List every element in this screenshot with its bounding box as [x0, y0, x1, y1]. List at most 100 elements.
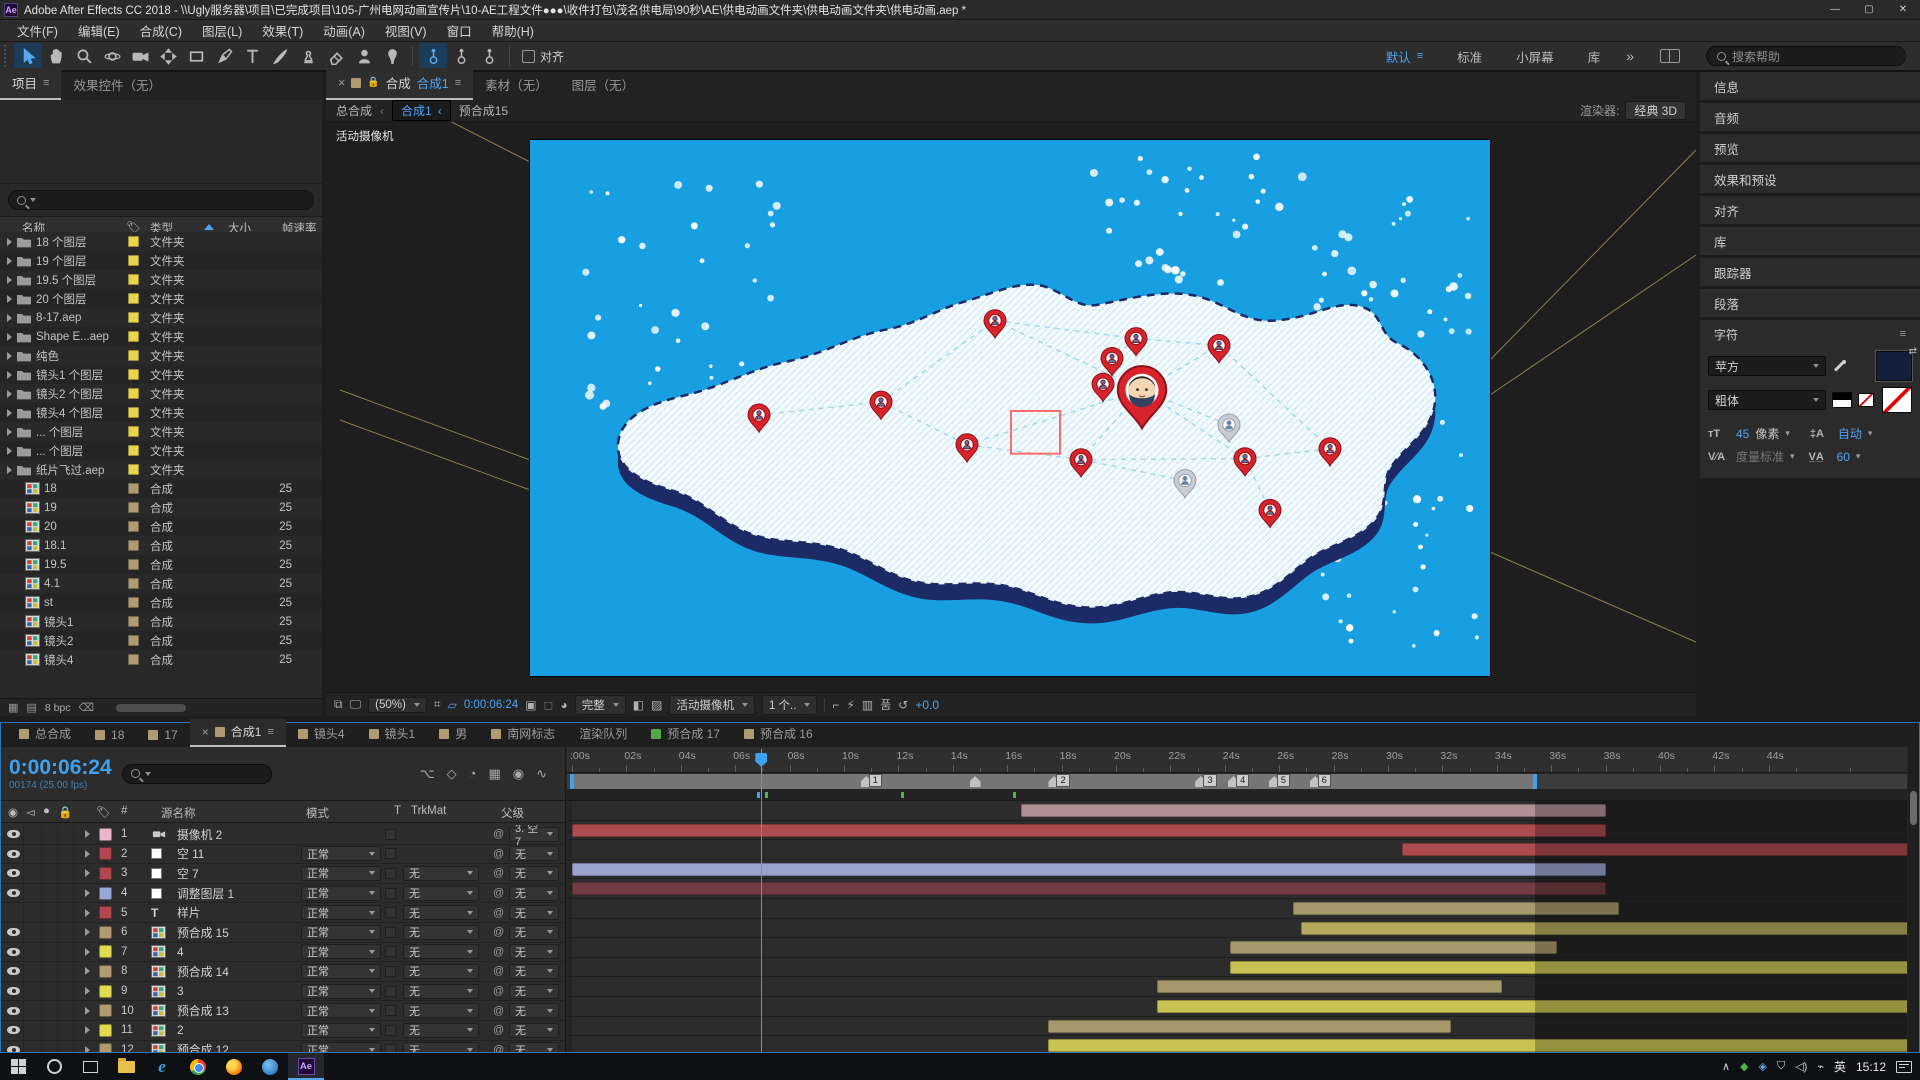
taskbar-task-view[interactable] — [72, 1053, 108, 1080]
composition-canvas[interactable] — [530, 140, 1490, 676]
parent-select[interactable]: 无 — [509, 1042, 559, 1052]
resolution-select[interactable]: 完整 — [574, 694, 626, 715]
close-button[interactable]: ✕ — [1886, 0, 1920, 19]
flowchart-icon[interactable]: 품 — [880, 696, 891, 713]
layer-row[interactable]: 6 预合成 15 正常 无 @ 无 — [1, 922, 565, 943]
layer-duration-bar[interactable] — [572, 882, 1606, 896]
twirl-icon[interactable] — [85, 830, 90, 839]
network-icon[interactable]: ⌁ — [1817, 1060, 1824, 1073]
exposure-reset-icon[interactable]: ↺ — [898, 698, 908, 712]
label-color-chip[interactable] — [128, 578, 139, 589]
roto-brush-tool[interactable] — [350, 43, 378, 69]
layer-row[interactable]: 2 空 11 正常 @ 无 — [1, 844, 565, 865]
label-color-chip[interactable] — [128, 312, 139, 323]
twirl-icon[interactable] — [7, 275, 12, 284]
view-axis-button[interactable] — [475, 43, 503, 69]
composition-marker[interactable]: 5 — [1268, 774, 1291, 787]
label-color-chip[interactable] — [128, 559, 139, 570]
local-axis-button[interactable] — [419, 43, 447, 69]
workspace-1[interactable]: 标准 — [1457, 47, 1482, 66]
project-search-input[interactable] — [8, 190, 314, 210]
layer-visibility-icon[interactable] — [7, 849, 20, 858]
layer-row[interactable]: 7 4 正常 无 @ 无 — [1, 942, 565, 963]
region-of-interest-icon[interactable]: ▱ — [448, 698, 457, 712]
view-layout-select[interactable]: 1 个.. — [761, 694, 818, 715]
menu-item-5[interactable]: 动画(A) — [314, 19, 374, 42]
parent-select[interactable]: 无 — [509, 905, 559, 921]
tray-expand-icon[interactable]: ∧ — [1722, 1060, 1730, 1073]
trkmat-select[interactable]: 无 — [403, 1042, 479, 1052]
blend-mode-select[interactable]: 正常 — [301, 1042, 381, 1052]
timeline-tab-10[interactable]: 预合成 16 — [732, 721, 825, 747]
workspace-0[interactable]: 默认 ≡ — [1386, 47, 1423, 66]
project-item[interactable]: 18.1 合成 25 — [0, 536, 322, 555]
project-item[interactable]: 19 合成 25 — [0, 498, 322, 517]
hand-tool[interactable] — [42, 43, 70, 69]
orbit-tool[interactable] — [98, 43, 126, 69]
new-folder-icon[interactable]: ▤ — [26, 701, 36, 714]
label-color-chip[interactable] — [128, 274, 139, 285]
project-item[interactable]: 19.5 个图层 文件夹 — [0, 270, 322, 289]
layer-row[interactable]: 3 空 7 正常 无 @ 无 — [1, 864, 565, 884]
label-color-chip[interactable] — [128, 597, 139, 608]
twirl-icon[interactable] — [7, 351, 12, 360]
default-fill-stroke-icon[interactable] — [1832, 392, 1852, 408]
twirl-icon[interactable] — [7, 313, 12, 322]
layer-label-chip[interactable] — [99, 827, 112, 841]
project-item[interactable]: Shape E...aep 文件夹 — [0, 327, 322, 346]
time-ruler[interactable]: :00s 02s 04s 06s 08s 10s 12s 14s 16s 18s 20s 22s 24s… — [567, 747, 1907, 773]
parent-select[interactable]: 无 — [509, 865, 559, 881]
layer-visibility-icon[interactable] — [7, 1045, 20, 1052]
label-color-chip[interactable] — [128, 388, 139, 399]
parent-select[interactable]: 无 — [509, 963, 559, 979]
fast-previews-icon[interactable]: ⚡ — [846, 698, 854, 712]
menu-item-0[interactable]: 文件(F) — [8, 19, 67, 42]
action-center-icon[interactable] — [1896, 1060, 1912, 1073]
layer-row[interactable]: 9 3 正常 无 @ 无 — [1, 981, 565, 1002]
project-item[interactable]: 18 合成 25 — [0, 479, 322, 498]
project-item[interactable]: ... 个图层 文件夹 — [0, 441, 322, 460]
timeline-tab-2[interactable]: 17 — [136, 724, 189, 747]
fill-color-swatch[interactable]: ⇄ — [1875, 346, 1917, 382]
parent-select[interactable]: 无 — [509, 846, 559, 862]
viewer-pasteboard[interactable]: 活动摄像机 — [326, 122, 1696, 692]
layer-visibility-icon[interactable] — [7, 947, 20, 956]
column-number[interactable]: # — [121, 805, 127, 817]
menu-item-8[interactable]: 帮助(H) — [483, 19, 543, 42]
label-color-chip[interactable] — [128, 293, 139, 304]
layer-duration-bar[interactable] — [1020, 804, 1606, 817]
layer-duration-bar[interactable] — [572, 862, 1606, 876]
clock[interactable]: 15:12 — [1856, 1060, 1886, 1074]
current-timecode[interactable]: 0:00:06:24 — [9, 757, 112, 778]
project-tab-0[interactable]: 项目 ≡ — [0, 68, 62, 100]
project-item[interactable]: 18 个图层 文件夹 — [0, 232, 322, 251]
twirl-icon[interactable] — [7, 370, 12, 379]
parent-select[interactable]: 无 — [509, 983, 559, 999]
viewer-timecode[interactable]: 0:00:06:24 — [464, 699, 518, 711]
column-parent[interactable]: 父级 — [501, 805, 524, 821]
timeline-tab-7[interactable]: 南网标志 — [479, 721, 567, 747]
breadcrumb-next[interactable]: 预合成15 — [459, 102, 508, 119]
layer-duration-bar[interactable] — [1156, 980, 1503, 994]
parent-select[interactable]: 无 — [509, 924, 559, 940]
channels-icon[interactable]: ◕ — [561, 698, 568, 712]
blend-mode-select[interactable]: 正常 — [301, 983, 381, 999]
project-item[interactable]: 纸片飞过.aep 文件夹 — [0, 460, 322, 479]
project-item[interactable]: 20 个图层 文件夹 — [0, 289, 322, 308]
project-item[interactable]: 19.5 合成 25 — [0, 555, 322, 574]
twirl-icon[interactable] — [85, 889, 90, 898]
breadcrumb-current[interactable]: 合成1 ‹ — [392, 100, 451, 121]
font-family-select[interactable]: 苹方 — [1708, 356, 1826, 376]
timeline-tab-5[interactable]: 镜头1 — [357, 721, 428, 747]
layer-label-chip[interactable] — [99, 1004, 112, 1018]
label-color-chip[interactable] — [128, 540, 139, 551]
layer-visibility-icon[interactable] — [7, 987, 20, 996]
lock-icon[interactable]: 🔒 — [367, 77, 379, 88]
trash-icon[interactable]: ⌫ — [79, 701, 95, 714]
layer-label-chip[interactable] — [99, 906, 112, 920]
clone-stamp-tool[interactable] — [294, 43, 322, 69]
blend-mode-select[interactable]: 正常 — [301, 905, 381, 921]
layer-visibility-icon[interactable] — [7, 830, 20, 839]
motion-blur-icon[interactable]: ◉ — [513, 766, 524, 782]
layer-visibility-icon[interactable] — [7, 869, 20, 878]
